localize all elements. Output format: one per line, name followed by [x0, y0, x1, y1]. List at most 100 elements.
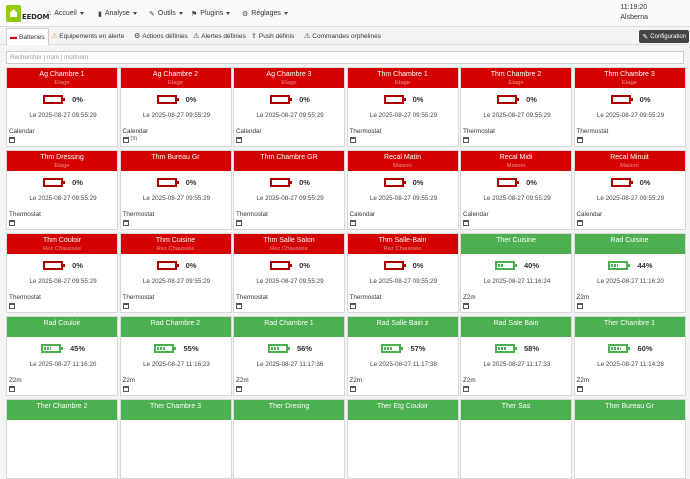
- calendar-icon[interactable]: [9, 303, 15, 309]
- card-header[interactable]: Rad Cuisine: [574, 234, 685, 254]
- calendar-icon[interactable]: [349, 220, 356, 226]
- calendar-icon[interactable]: [236, 386, 242, 392]
- menu-reglages[interactable]: ⚙ Réglages: [242, 0, 288, 27]
- battery-card[interactable]: Thm Bureau Gr 0% Le 2025-08-27 09:55:29 The…: [119, 150, 232, 230]
- battery-card[interactable]: Recal Midi Maison 0% Le 2025-08-27 09:55:29…: [460, 150, 572, 230]
- tab-actions-definies[interactable]: ⚙ Actions définies: [134, 28, 188, 44]
- card-header[interactable]: Rad Sale Bain: [461, 317, 571, 337]
- menu-outils[interactable]: ✎ Outils: [149, 0, 183, 27]
- search-input[interactable]: Rechercher | nom | mot/nom: [6, 51, 684, 64]
- jeedom-logo[interactable]: EEDOM: [6, 4, 50, 23]
- card-header[interactable]: Thm Chambre GR: [234, 151, 344, 171]
- card-header[interactable]: Thm Couloir Rez Chaussée: [7, 234, 117, 254]
- tab-commandes-orphelines[interactable]: ⚠ Commandes orphelines: [304, 28, 381, 44]
- card-header[interactable]: Ag Chambre 1 Etage: [7, 68, 117, 88]
- menu-analyse[interactable]: ▮ Analyse: [98, 0, 137, 27]
- card-header[interactable]: Ag Chambre 3 Etage: [234, 68, 344, 88]
- menu-plugins[interactable]: ⚑ Plugins: [191, 0, 231, 27]
- card-header[interactable]: Thm Dressing Etage: [7, 151, 117, 171]
- card-header[interactable]: Thm Bureau Gr: [120, 151, 231, 171]
- calendar-icon[interactable]: [576, 220, 583, 226]
- card-header[interactable]: Thm Chambre 2 Etage: [461, 68, 571, 88]
- calendar-icon[interactable]: [463, 220, 469, 226]
- card-header[interactable]: Ther Sas: [461, 400, 571, 420]
- calendar-icon[interactable]: [9, 220, 15, 226]
- battery-card[interactable]: Thm Cuisine Rez Chaussée 0% Le 2025-08-27 0…: [119, 233, 232, 313]
- card-header[interactable]: Ther Chambre 3: [120, 400, 231, 420]
- battery-card[interactable]: Rad Chambre 2 55% Le 2025-08-27 11:16:23 Z2…: [119, 316, 232, 396]
- calendar-icon[interactable]: [349, 386, 356, 392]
- calendar-icon[interactable]: [576, 137, 583, 143]
- battery-card[interactable]: Ther Chambre 3: [119, 399, 232, 479]
- configuration-button[interactable]: ✎ Configuration: [639, 30, 689, 43]
- battery-card[interactable]: Rad Cuisine 44% Le 2025-08-27 11:16:20 Z2m: [573, 233, 686, 313]
- card-header[interactable]: Ther Chambre 2: [7, 400, 117, 420]
- battery-card[interactable]: Ther Sas: [460, 399, 572, 479]
- card-header[interactable]: Ag Chambre 2 Etage: [120, 68, 231, 88]
- tab-push-definis[interactable]: ⇪ Push définis: [251, 28, 294, 44]
- battery-card[interactable]: Ag Chambre 2 Etage 0% Le 2025-08-27 09:55:2…: [119, 67, 232, 147]
- card-header[interactable]: Recal Matin Maison: [347, 151, 458, 171]
- calendar-icon[interactable]: [463, 303, 469, 309]
- battery-card[interactable]: Ther Bureau Gr: [573, 399, 686, 479]
- battery-card[interactable]: Recal Matin Maison 0% Le 2025-08-27 09:55:2…: [346, 150, 459, 230]
- battery-card[interactable]: Thm Chambre 3 Etage 0% Le 2025-08-27 09:55:…: [573, 67, 686, 147]
- battery-card[interactable]: Ther Dresing: [233, 399, 345, 479]
- calendar-icon[interactable]: [122, 137, 129, 143]
- calendar-icon[interactable]: [9, 137, 15, 143]
- card-header[interactable]: Ther Chambre 1: [574, 317, 685, 337]
- card-header[interactable]: Thm Chambre 3 Etage: [574, 68, 685, 88]
- card-header[interactable]: Rad Chambre 2: [120, 317, 231, 337]
- calendar-icon[interactable]: [576, 386, 583, 392]
- tab-batteries[interactable]: ▬ Batteries: [6, 28, 49, 45]
- battery-card[interactable]: Thm Dressing Etage 0% Le 2025-08-27 09:55:2…: [6, 150, 118, 230]
- calendar-icon[interactable]: [576, 303, 583, 309]
- battery-card[interactable]: Ther Cuisine 40% Le 2025-08-27 11:16:24 Z2m: [460, 233, 572, 313]
- card-header[interactable]: Thm Chambre 1 Etage: [347, 68, 458, 88]
- calendar-icon[interactable]: [349, 303, 356, 309]
- menu-accueil[interactable]: ⌂ Accueil: [47, 0, 84, 27]
- battery-card[interactable]: Rad Chambre 1 56% Le 2025-08-27 11:17:36 Z2…: [233, 316, 345, 396]
- card-header[interactable]: Ther Dresing: [234, 400, 344, 420]
- card-header[interactable]: Thm Salle Salon Rez Chaussée: [234, 234, 344, 254]
- calendar-icon[interactable]: [349, 137, 356, 143]
- battery-card[interactable]: Thm Chambre 1 Etage 0% Le 2025-08-27 09:55:…: [346, 67, 459, 147]
- calendar-icon[interactable]: [236, 137, 242, 143]
- battery-card[interactable]: Ther Chambre 2: [6, 399, 118, 479]
- calendar-icon[interactable]: [9, 386, 15, 392]
- battery-card[interactable]: Rad Sale Bain 58% Le 2025-08-27 11:17:33 Z2…: [460, 316, 572, 396]
- user-name[interactable]: Alsberna: [620, 13, 648, 23]
- card-header[interactable]: Recal Midi Maison: [461, 151, 571, 171]
- tab-alertes-definies[interactable]: ⚠ Alertes définies: [193, 28, 246, 44]
- battery-card[interactable]: Rad Couloir 45% Le 2025-08-27 11:16:20 Z2m: [6, 316, 118, 396]
- calendar-icon[interactable]: [463, 386, 469, 392]
- card-header[interactable]: Ther Cuisine: [461, 234, 571, 254]
- battery-card[interactable]: Thm Salle-Bain Rez Chaussée 0% Le 2025-08-2…: [346, 233, 459, 313]
- card-header[interactable]: Rad Chambre 1: [234, 317, 344, 337]
- card-header[interactable]: Rad Couloir: [7, 317, 117, 337]
- calendar-icon[interactable]: [236, 220, 242, 226]
- battery-card[interactable]: Thm Chambre GR 0% Le 2025-08-27 09:55:29 Th…: [233, 150, 345, 230]
- battery-card[interactable]: Thm Chambre 2 Etage 0% Le 2025-08-27 09:55:…: [460, 67, 572, 147]
- card-header[interactable]: Recal Minuit Maison: [574, 151, 685, 171]
- calendar-icon[interactable]: [236, 303, 242, 309]
- battery-card[interactable]: Thm Salle Salon Rez Chaussée 0% Le 2025-08-…: [233, 233, 345, 313]
- tab-equipements-alerte[interactable]: ⚠ Equipements en alerte: [51, 28, 124, 44]
- battery-icon: [267, 344, 290, 353]
- battery-card[interactable]: Ag Chambre 1 Etage 0% Le 2025-08-27 09:55:2…: [6, 67, 118, 147]
- calendar-icon[interactable]: [122, 220, 129, 226]
- calendar-icon[interactable]: [463, 137, 469, 143]
- battery-card[interactable]: Rad Salle Bain z 57% Le 2025-08-27 11:17:3…: [346, 316, 459, 396]
- calendar-icon[interactable]: [122, 303, 129, 309]
- calendar-icon[interactable]: [122, 386, 129, 392]
- card-header[interactable]: Thm Cuisine Rez Chaussée: [120, 234, 231, 254]
- card-header[interactable]: Ther Etg Couloir: [347, 400, 458, 420]
- card-header[interactable]: Rad Salle Bain z: [347, 317, 458, 337]
- card-header[interactable]: Thm Salle-Bain Rez Chaussée: [347, 234, 458, 254]
- battery-card[interactable]: Ther Etg Couloir: [346, 399, 459, 479]
- battery-card[interactable]: Ag Chambre 3 Etage 0% Le 2025-08-27 09:55:2…: [233, 67, 345, 147]
- battery-card[interactable]: Thm Couloir Rez Chaussée 0% Le 2025-08-27 0…: [6, 233, 118, 313]
- card-header[interactable]: Ther Bureau Gr: [574, 400, 685, 420]
- battery-card[interactable]: Recal Minuit Maison 0% Le 2025-08-27 09:55:…: [573, 150, 686, 230]
- battery-card[interactable]: Ther Chambre 1 60% Le 2025-08-27 11:14:28 Z…: [573, 316, 686, 396]
